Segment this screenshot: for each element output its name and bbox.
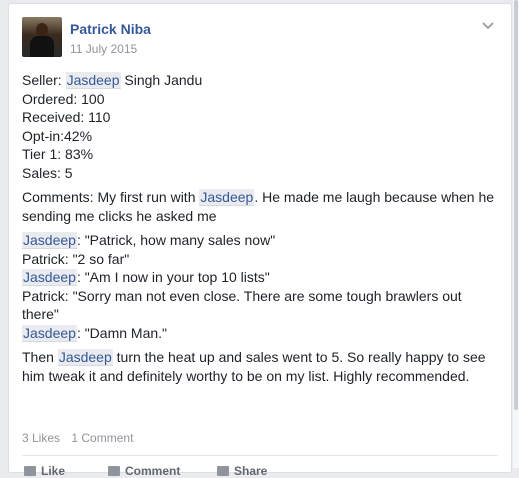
- comments-prefix: Comments: My first run with: [22, 189, 200, 205]
- tag-jasdeep[interactable]: Jasdeep: [57, 349, 113, 366]
- tag-jasdeep[interactable]: Jasdeep: [22, 232, 77, 249]
- dialogue-line: Jasdeep: "Damn Man.": [22, 324, 497, 343]
- closing-paragraph: Then Jasdeep turn the heat up and sales …: [22, 348, 497, 385]
- author-name[interactable]: Patrick Niba: [70, 21, 151, 37]
- tag-jasdeep[interactable]: Jasdeep: [22, 269, 77, 286]
- ordered-line: Ordered: 100: [22, 90, 105, 107]
- likes-count[interactable]: 3 Likes: [22, 431, 60, 445]
- like-button[interactable]: Like: [24, 464, 65, 478]
- avatar-head: [36, 23, 48, 37]
- comment-label: Comment: [125, 464, 181, 478]
- dialogue-text: : "Patrick, how many sales now": [76, 232, 276, 248]
- post-card: Patrick Niba 11 July 2015 Seller: Jasdee…: [8, 3, 512, 478]
- dialogue-text: : "Am I now in your top 10 lists": [76, 269, 270, 285]
- divider: [22, 455, 498, 456]
- tag-jasdeep[interactable]: Jasdeep: [22, 324, 77, 342]
- dialogue-line: Jasdeep: "Am I now in your top 10 lists": [22, 268, 497, 287]
- share-button[interactable]: Share: [217, 464, 267, 478]
- scrollbar[interactable]: [513, 0, 519, 468]
- post-stats: 3 Likes 1 Comment: [22, 431, 141, 445]
- comments-paragraph: Comments: My first run with Jasdeep. He …: [22, 188, 497, 225]
- tag-jasdeep[interactable]: Jasdeep: [199, 189, 255, 206]
- optin-line: Opt-in:42%: [22, 127, 93, 144]
- chevron-down-icon[interactable]: [481, 18, 495, 32]
- avatar-body: [30, 36, 54, 57]
- tier1-line: Tier 1: 83%: [22, 146, 94, 162]
- dialogue-line: Patrick: "2 so far": [22, 250, 497, 269]
- dialogue-line: Patrick: "Sorry man not even close. Ther…: [22, 287, 497, 324]
- dialogue-block: Jasdeep: "Patrick, how many sales now" P…: [22, 231, 497, 342]
- seller-label: Seller:: [22, 72, 66, 88]
- post-date[interactable]: 11 July 2015: [70, 42, 137, 56]
- sales-line: Sales: 5: [22, 164, 73, 181]
- comments-count[interactable]: 1 Comment: [71, 431, 133, 445]
- dialogue-text: Patrick: "Sorry man not even close. Ther…: [22, 287, 462, 323]
- dialogue-line: Jasdeep: "Patrick, how many sales now": [22, 231, 497, 250]
- received-line: Received: 110: [22, 109, 111, 125]
- dialogue-text: : "Damn Man.": [76, 324, 168, 341]
- comment-button[interactable]: Comment: [108, 464, 180, 478]
- seller-rest: Singh Jandu: [120, 72, 203, 88]
- author-avatar[interactable]: [22, 17, 62, 57]
- post-content: Seller: Jasdeep Singh Jandu Ordered: 100…: [22, 71, 497, 385]
- like-label: Like: [41, 464, 66, 478]
- seller-line: Seller: Jasdeep Singh Jandu: [22, 71, 497, 90]
- tag-jasdeep[interactable]: Jasdeep: [65, 72, 121, 89]
- dialogue-text: Patrick: "2 so far": [22, 250, 130, 267]
- scrollbar-thumb[interactable]: [514, 0, 518, 410]
- closing-prefix: Then: [22, 349, 58, 365]
- share-label: Share: [234, 464, 268, 478]
